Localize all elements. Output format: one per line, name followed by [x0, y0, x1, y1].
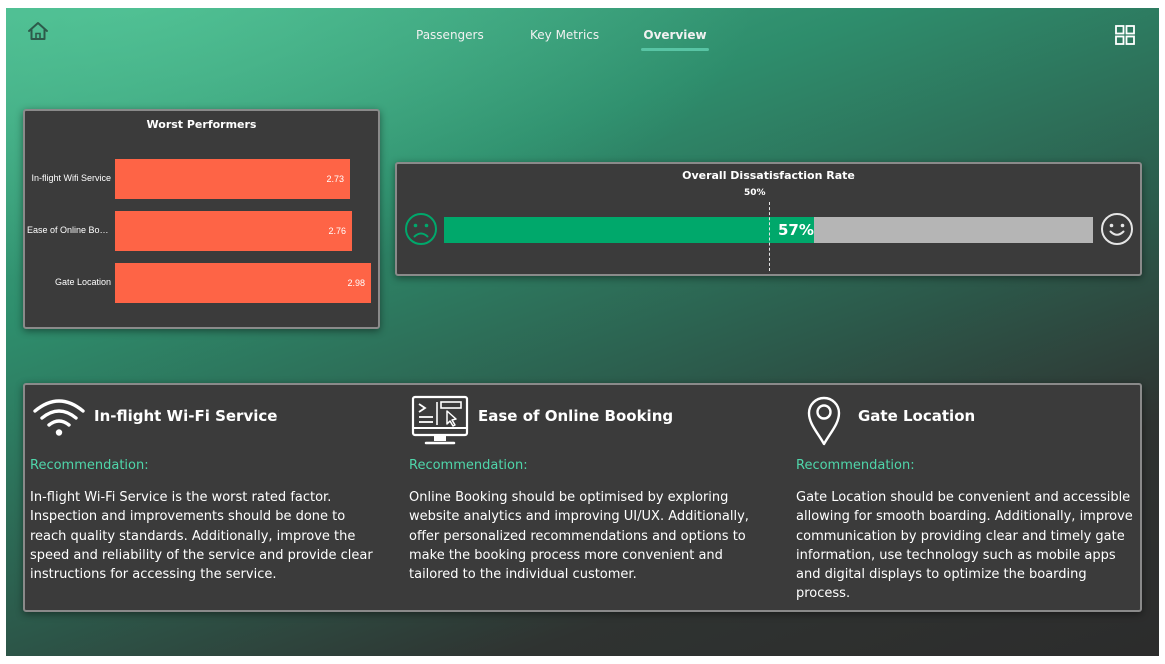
worst-performers-title: Worst Performers — [146, 118, 257, 131]
recommendation-gate-location: Gate Location Recommendation: Gate Locat… — [790, 385, 1140, 610]
recommendation-label: Recommendation: — [409, 458, 528, 473]
happy-face-icon — [1101, 213, 1133, 245]
tab-passengers[interactable]: Passengers — [416, 28, 484, 52]
wifi-icon — [33, 399, 85, 436]
recommendation-online-booking: Ease of Online Booking Recommendation: O… — [405, 385, 790, 610]
gauge-fill — [444, 217, 814, 243]
bar-category-label: In-flight Wifi Service — [31, 173, 111, 183]
recommendation-text: Online Booking should be optimised by ex… — [409, 490, 749, 583]
recommendation-text: In-flight Wi-Fi Service is the worst rat… — [30, 490, 373, 583]
target-label: 50% — [744, 188, 766, 198]
recommendation-wifi: In-flight Wi-Fi Service Recommendation: … — [25, 385, 405, 610]
dissatisfaction-title: Overall Dissatisfaction Rate — [682, 169, 855, 182]
recommendation-label: Recommendation: — [30, 458, 149, 473]
grid-icon[interactable] — [1114, 24, 1136, 46]
dissatisfaction-panel: Overall Dissatisfaction Rate 57% 50% — [395, 162, 1142, 276]
target-line — [769, 202, 770, 271]
tab-key-metrics[interactable]: Key Metrics — [530, 28, 599, 52]
recommendation-title: Ease of Online Booking — [478, 407, 674, 425]
bar-value-label: 2.73 — [326, 174, 344, 184]
online-booking-icon — [411, 395, 469, 445]
recommendation-text: Gate Location should be convenient and a… — [796, 490, 1133, 602]
home-icon[interactable] — [26, 20, 50, 42]
bar-value-label: 2.76 — [328, 226, 346, 236]
recommendations-panel: In-flight Wi-Fi Service Recommendation: … — [23, 383, 1142, 612]
bar-category-label: Ease of Online Boo... — [27, 225, 111, 235]
bar-category-label: Gate Location — [54, 277, 111, 287]
recommendation-title: In-flight Wi-Fi Service — [94, 407, 278, 425]
tab-overview[interactable]: Overview — [641, 28, 709, 52]
tab-overview-label: Overview — [643, 28, 707, 42]
worst-performers-panel: Worst Performers In-flight Wifi Service 2… — [23, 109, 380, 329]
recommendation-title: Gate Location — [858, 407, 976, 425]
bar-value-label: 2.98 — [347, 278, 365, 288]
active-tab-indicator — [641, 48, 709, 51]
report-canvas: Passengers Key Metrics Overview Worst Pe… — [6, 8, 1159, 656]
gauge-value: 57% — [778, 221, 814, 239]
sad-face-icon — [405, 213, 437, 245]
recommendation-label: Recommendation: — [796, 458, 915, 473]
location-pin-icon — [807, 396, 841, 446]
